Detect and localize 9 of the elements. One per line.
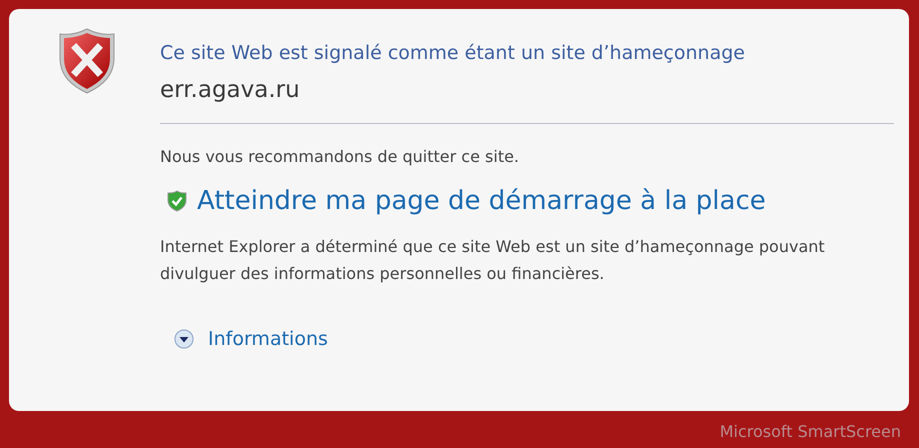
recommendation-text: Nous vous recommandons de quitter ce site. [160, 146, 520, 168]
smartscreen-label: Microsoft SmartScreen [720, 421, 901, 443]
shield-check-icon [167, 190, 187, 212]
site-address: err.agava.ru [160, 76, 301, 105]
explanation-text: Internet Explorer a déterminé que ce site Web est un site d’hameçonnage pouvant divulguer des informations personnelles ou financières. [160, 236, 826, 285]
warning-title: Ce site Web est signalé comme étant un site d’hameçonnage [160, 41, 746, 66]
home-page-link[interactable]: Atteindre ma page de démarrage à la place [197, 183, 766, 219]
informations-expander[interactable]: Informations [174, 326, 894, 352]
error-shield-icon [58, 28, 116, 94]
